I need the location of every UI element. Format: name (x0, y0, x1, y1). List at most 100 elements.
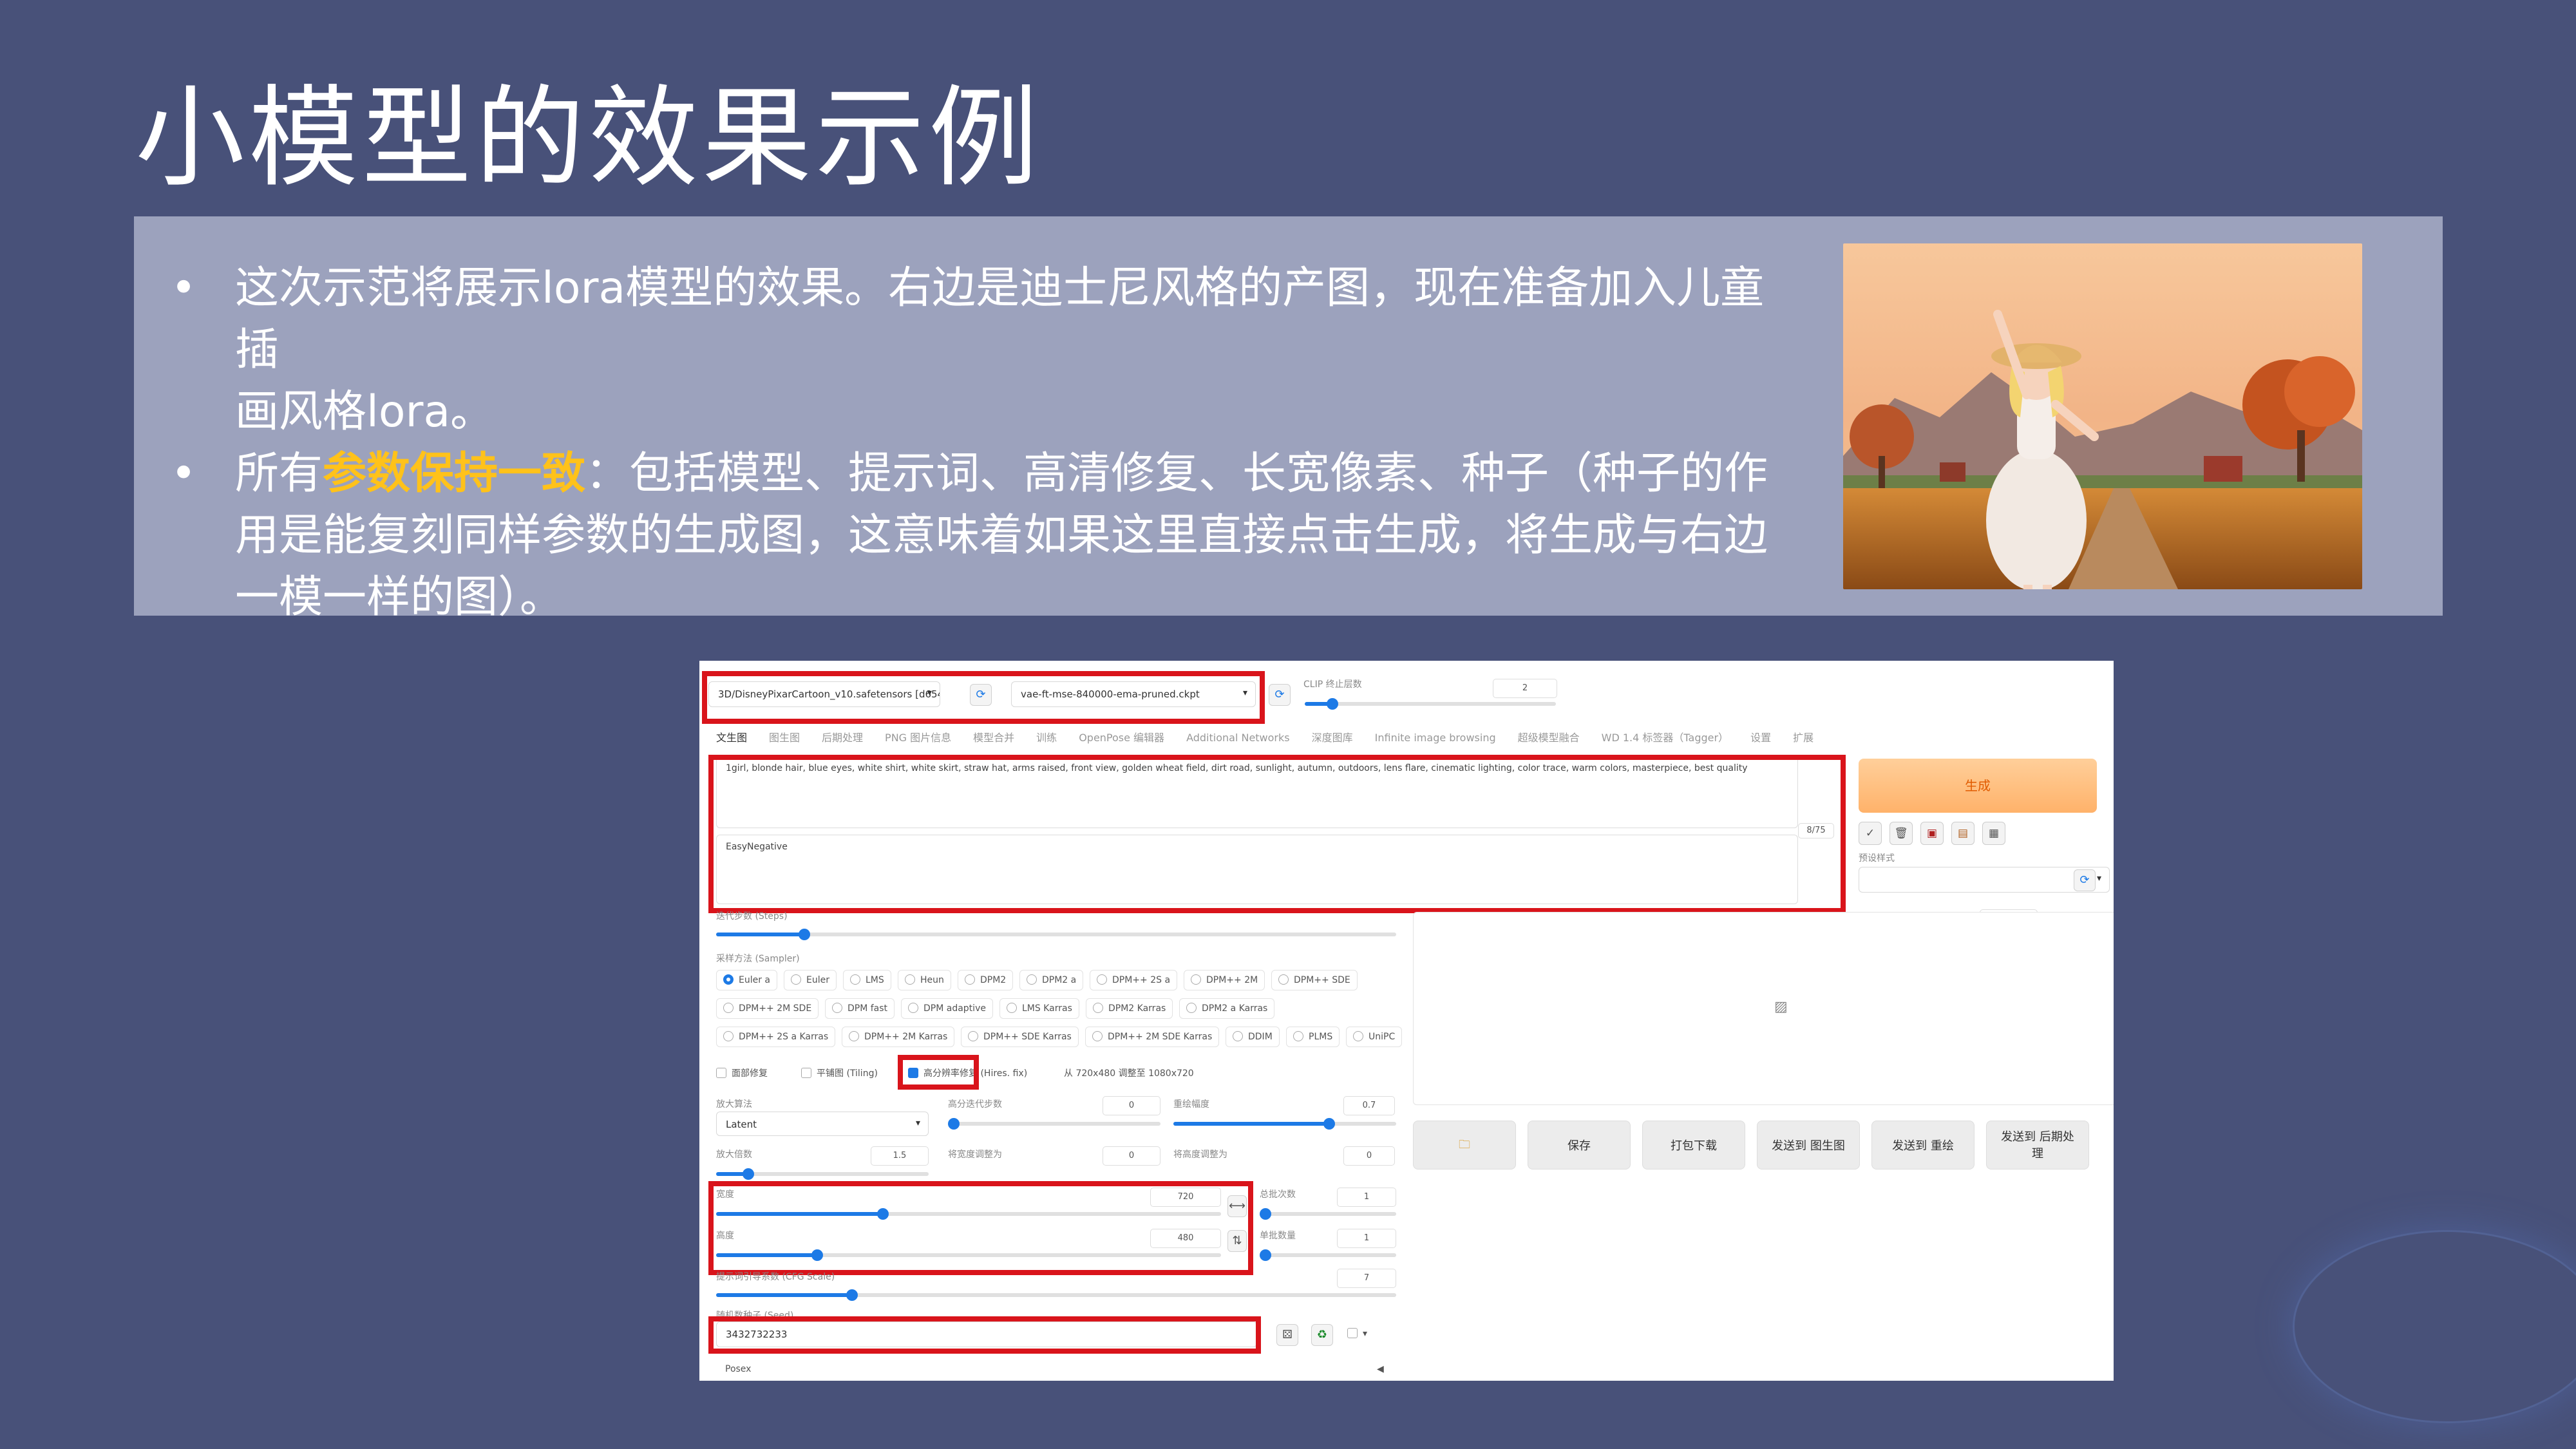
save-style-icon[interactable]: ▣ (1920, 822, 1944, 845)
radio-icon (965, 974, 975, 985)
clipboard-icon[interactable]: ▤ (1951, 822, 1975, 845)
sampler-option[interactable]: Heun (898, 970, 951, 990)
batch-count-slider[interactable] (1260, 1208, 1396, 1220)
sampler-option[interactable]: LMS (843, 970, 891, 990)
upscaler-value: Latent (726, 1119, 757, 1130)
denoise-input[interactable]: 0.7 (1343, 1096, 1395, 1115)
denoise-slider[interactable] (1173, 1118, 1396, 1130)
chevron-down-icon: ▾ (1363, 1329, 1368, 1339)
sampler-option[interactable]: DPM++ SDE (1271, 970, 1358, 990)
refresh-vae-button[interactable]: ⟳ (1269, 684, 1291, 706)
tab-img2img[interactable]: 图生图 (769, 732, 800, 744)
sampler-option[interactable]: DPM adaptive (901, 998, 993, 1019)
tab-train[interactable]: 训练 (1036, 732, 1057, 744)
sampler-option[interactable]: DPM++ 2M Karras (842, 1027, 955, 1047)
tab-depth[interactable]: 深度图库 (1312, 732, 1353, 744)
sampler-option[interactable]: DPM2 (958, 970, 1014, 990)
send-to-inpaint-button[interactable]: 发送到 重绘 (1871, 1121, 1975, 1170)
bullet-text-line2: 画风格lora。 (235, 386, 495, 437)
save-button[interactable]: 保存 (1528, 1121, 1631, 1170)
bullet-marker: • (171, 263, 197, 314)
sampler-option[interactable]: PLMS (1286, 1027, 1340, 1047)
tab-txt2img[interactable]: 文生图 (716, 732, 747, 744)
face-fix-checkbox[interactable]: 面部修复 (716, 1066, 768, 1079)
upscale-by-input[interactable]: 1.5 (871, 1146, 929, 1166)
radio-icon (723, 1031, 734, 1041)
sampler-option-label: DPM2 a Karras (1202, 1003, 1268, 1014)
radio-icon (723, 1003, 734, 1013)
bullet-text-line3: 一模一样的图）。 (235, 572, 564, 623)
hires-steps-label: 高分迭代步数 (948, 1099, 1002, 1110)
sampler-option[interactable]: DPM++ 2S a Karras (716, 1027, 836, 1047)
sampler-option-label: DPM++ 2M Karras (864, 1032, 948, 1042)
clip-skip-input[interactable]: 2 (1493, 679, 1557, 698)
random-seed-icon[interactable]: ⚄ (1276, 1324, 1298, 1346)
download-zip-button[interactable]: 打包下载 (1642, 1121, 1745, 1170)
sampler-option[interactable]: UniPC (1346, 1027, 1403, 1047)
steps-slider[interactable] (716, 929, 1396, 940)
sampler-option[interactable]: DPM fast (825, 998, 895, 1019)
sampler-option[interactable]: DDIM (1226, 1027, 1280, 1047)
tab-openpose[interactable]: OpenPose 编辑器 (1079, 732, 1164, 744)
check-icon[interactable]: ✓ (1859, 822, 1882, 845)
sampler-option[interactable]: DPM2 a Karras (1179, 998, 1275, 1019)
refresh-style-button[interactable]: ⟳ (2074, 869, 2096, 891)
cfg-input[interactable]: 7 (1337, 1269, 1396, 1288)
hires-steps-slider[interactable] (948, 1118, 1160, 1130)
sampler-option[interactable]: Euler (784, 970, 837, 990)
sampler-option[interactable]: DPM++ 2S a (1090, 970, 1178, 990)
cfg-slider[interactable] (716, 1289, 1396, 1301)
tab-additional-networks[interactable]: Additional Networks (1186, 732, 1290, 744)
upscale-by-label: 放大倍数 (716, 1150, 752, 1160)
highlight-text: 参数保持一致 (323, 448, 586, 499)
radio-icon (1093, 1003, 1103, 1013)
sampler-option[interactable]: DPM++ 2M (1184, 970, 1265, 990)
send-to-img2img-button[interactable]: 发送到 图生图 (1757, 1121, 1860, 1170)
bullet-text-line2: 用是能复刻同样参数的生成图，这意味着如果这里直接点击生成，将生成与右边 (235, 510, 1768, 561)
tab-png-info[interactable]: PNG 图片信息 (885, 732, 951, 744)
radio-icon (1097, 974, 1107, 985)
sampler-option[interactable]: DPM++ 2M SDE Karras (1085, 1027, 1220, 1047)
trash-icon[interactable]: 🗑 (1889, 822, 1913, 845)
bullet-text: 这次示范将展示lora模型的效果。右边是迪士尼风格的产图，现在准备加入儿童插 (235, 263, 1765, 375)
generate-button[interactable]: 生成 (1859, 759, 2097, 813)
sampler-option[interactable]: DPM2 a (1019, 970, 1084, 990)
sampler-option[interactable]: DPM2 Karras (1086, 998, 1173, 1019)
sampler-option[interactable]: DPM++ SDE Karras (961, 1027, 1079, 1047)
radio-icon (1293, 1031, 1303, 1041)
send-to-extras-button[interactable]: 发送到 后期处理 (1986, 1121, 2089, 1170)
tab-extensions[interactable]: 扩展 (1793, 732, 1814, 744)
batch-size-slider[interactable] (1260, 1249, 1396, 1261)
open-folder-button[interactable]: 🗀 (1413, 1121, 1516, 1170)
sampler-option-label: DDIM (1248, 1032, 1273, 1042)
sampler-option[interactable]: LMS Karras (999, 998, 1079, 1019)
sampler-option[interactable]: Euler a (716, 970, 778, 990)
resize-width-input[interactable]: 0 (1103, 1146, 1160, 1166)
extra-seed-toggle[interactable]: ▾ (1347, 1328, 1367, 1339)
sampler-option-label: PLMS (1309, 1032, 1333, 1042)
tab-settings[interactable]: 设置 (1750, 732, 1771, 744)
bullet-text-after: ：包括模型、提示词、高清修复、长宽像素、种子（种子的作 (585, 448, 1768, 499)
tab-image-browsing[interactable]: Infinite image browsing (1375, 732, 1496, 744)
batch-count-input[interactable]: 1 (1337, 1188, 1396, 1207)
style-select[interactable]: × ▾ (1859, 867, 2110, 893)
tab-merge[interactable]: 模型合并 (973, 732, 1014, 744)
batch-size-input[interactable]: 1 (1337, 1229, 1396, 1248)
tab-extras[interactable]: 后期处理 (822, 732, 863, 744)
reuse-seed-icon[interactable]: ♻ (1311, 1324, 1333, 1346)
upscaler-select[interactable]: Latent ▾ (716, 1112, 929, 1136)
tab-supermerger[interactable]: 超级模型融合 (1518, 732, 1580, 744)
upscale-by-slider[interactable] (716, 1168, 929, 1180)
tiling-checkbox[interactable]: 平铺图 (Tiling) (801, 1066, 878, 1079)
style-icon[interactable]: ▦ (1982, 822, 2005, 845)
radio-icon (723, 974, 734, 985)
radio-icon (1027, 974, 1037, 985)
sample-output-image (1843, 243, 2362, 589)
hires-steps-input[interactable]: 0 (1103, 1096, 1160, 1115)
clip-skip-slider[interactable] (1305, 698, 1556, 710)
collapse-icon[interactable]: ◀ (1377, 1364, 1384, 1374)
resize-height-input[interactable]: 0 (1343, 1146, 1395, 1166)
sampler-option[interactable]: DPM++ 2M SDE (716, 998, 819, 1019)
output-gallery: ▨ (1413, 912, 2114, 1105)
tab-tagger[interactable]: WD 1.4 标签器（Tagger） (1602, 732, 1728, 744)
